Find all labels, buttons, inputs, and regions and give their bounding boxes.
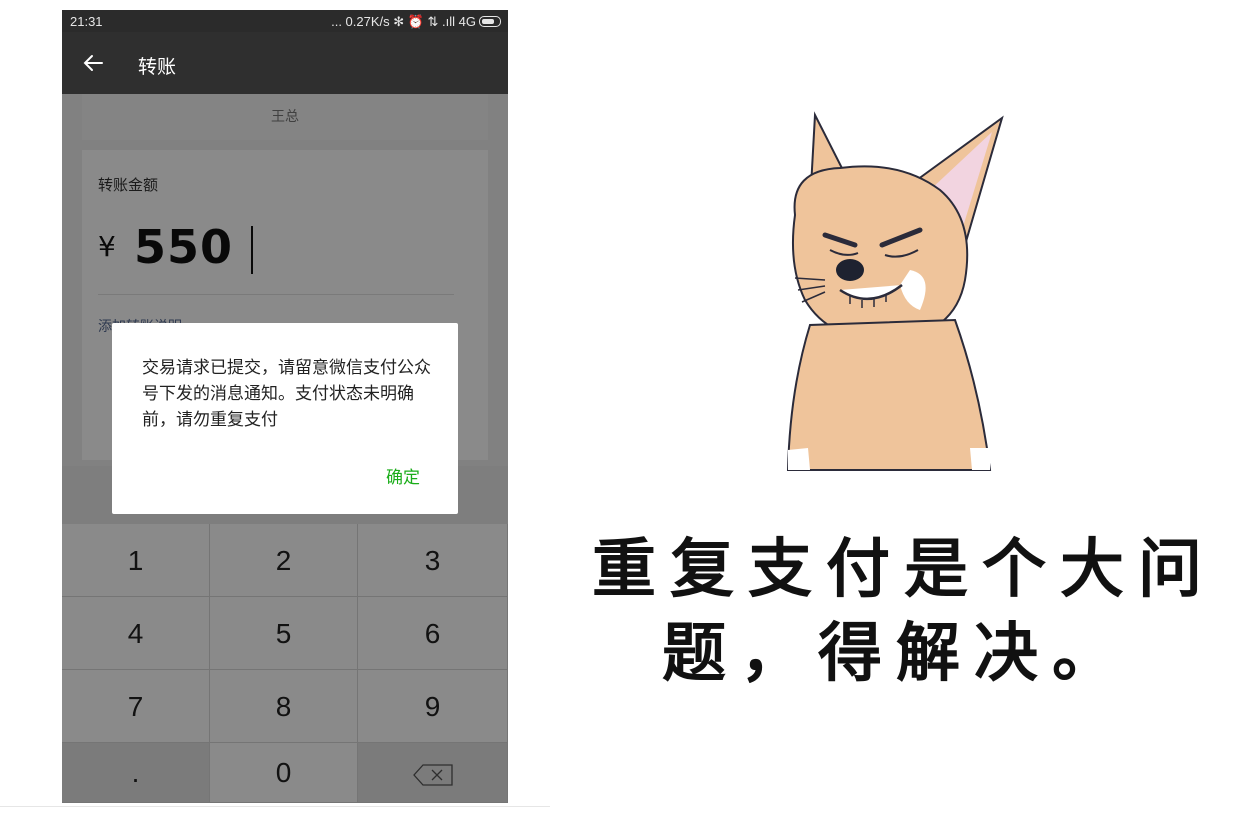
page-title: 转账	[138, 57, 177, 78]
confirm-button[interactable]: 确定	[386, 463, 420, 488]
caption-line-2: 题，得解决。	[662, 617, 1130, 691]
title-bar: 转账	[62, 32, 508, 94]
chihuahua-meme-illustration	[786, 111, 1004, 471]
battery-icon	[479, 16, 501, 27]
bottom-divider	[0, 806, 550, 807]
status-bar: 21:31 ... 0.27K/s ✻ ⏰ ⇅ .ıll 4G	[62, 10, 508, 32]
alert-dialog: 交易请求已提交，请留意微信支付公众号下发的消息通知。支付状态未明确前，请勿重复支…	[112, 323, 458, 514]
caption-line-1: 重复支付是个大问	[592, 533, 1216, 607]
status-indicators: ... 0.27K/s ✻ ⏰ ⇅ .ıll 4G	[331, 14, 476, 29]
status-time: 21:31	[70, 14, 103, 29]
dialog-message: 交易请求已提交，请留意微信支付公众号下发的消息通知。支付状态未明确前，请勿重复支…	[142, 358, 431, 430]
phone-screenshot: 21:31 ... 0.27K/s ✻ ⏰ ⇅ .ıll 4G 转账 王总 转账…	[62, 10, 508, 803]
back-button[interactable]	[78, 48, 108, 78]
arrow-left-icon	[83, 55, 103, 71]
